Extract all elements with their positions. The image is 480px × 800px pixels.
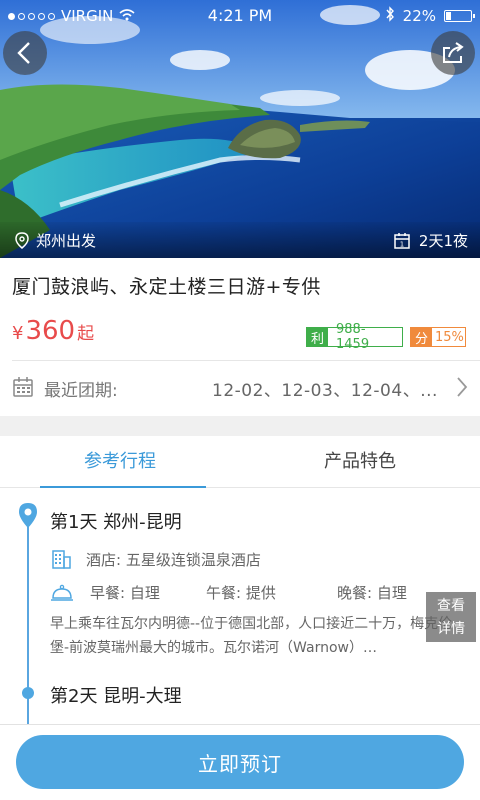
price-value: 360 xyxy=(25,316,76,346)
profit-value: 988-1459 xyxy=(336,322,370,352)
bottom-bar: 立即预订 xyxy=(0,724,480,800)
tab-features-label: 产品特色 xyxy=(324,451,396,472)
view-details-line2: 详情 xyxy=(437,621,465,637)
day-1-title: 第1天 郑州-昆明 xyxy=(50,512,182,533)
svg-text:1: 1 xyxy=(400,240,404,248)
price: ¥ 360 起 xyxy=(12,316,94,346)
hero-image: VIRGIN 4:21 PM 22% 郑州出发 1 2天1夜 xyxy=(0,0,480,258)
product-card: 厦门鼓浪屿、永定土楼三日游+专供 ¥ 360 起 利 988-1459 分 15… xyxy=(0,258,480,416)
profit-label: 利 xyxy=(307,328,329,347)
chevron-right-icon xyxy=(457,377,468,397)
calendar-icon: 1 xyxy=(394,232,410,249)
view-details-line1: 查看 xyxy=(437,598,465,614)
tab-itinerary-label: 参考行程 xyxy=(84,451,156,472)
hotel-text: 酒店: 五星级连锁温泉酒店 xyxy=(86,550,261,569)
chevron-left-icon xyxy=(17,42,30,64)
hero-info-bar: 郑州出发 1 2天1夜 xyxy=(0,222,480,258)
product-title: 厦门鼓浪屿、永定土楼三日游+专供 xyxy=(12,276,321,298)
tab-features[interactable]: 产品特色 xyxy=(240,436,480,488)
share-value: 15% xyxy=(435,329,464,345)
book-now-button[interactable]: 立即预订 xyxy=(16,735,464,789)
timeline-dot xyxy=(22,687,34,699)
hotel-building-icon xyxy=(52,550,71,569)
price-currency: ¥ xyxy=(12,323,24,344)
share-badge: 分 15% xyxy=(410,327,466,347)
day-1-description: 早上乘车往瓦尔内明德--位于德国北部，人口接近二十万，梅克伦堡-前波莫瑞州最大的… xyxy=(50,616,453,656)
dinner-text: 晚餐: 自理 xyxy=(337,584,407,602)
location-pin-icon xyxy=(15,231,29,249)
share-button[interactable] xyxy=(431,31,475,75)
dates-values: 12-02、12-03、12-04、... xyxy=(212,381,438,401)
divider xyxy=(12,360,480,361)
trip-duration: 2天1夜 xyxy=(418,232,468,250)
profit-badge: 利 988-1459 xyxy=(306,322,403,352)
coastline-photo xyxy=(0,0,480,258)
price-suffix: 起 xyxy=(77,324,95,344)
tab-bar: 参考行程 产品特色 xyxy=(0,436,480,489)
recent-dates-row[interactable]: 最近团期: 12-02、12-03、12-04、... xyxy=(12,370,470,406)
share-label: 分 xyxy=(411,328,433,347)
dates-label: 最近团期: xyxy=(44,381,118,401)
battery-icon xyxy=(444,10,475,22)
share-icon xyxy=(443,42,464,63)
view-details-button[interactable]: 查看 详情 xyxy=(426,592,476,642)
itinerary-panel: 第1天 郑州-昆明 酒店: 五星级连锁温泉酒店 早餐: 自理 午餐: 提供 晚餐… xyxy=(0,488,480,724)
battery-percent: 22% xyxy=(402,7,436,25)
departure-city: 郑州出发 xyxy=(36,232,97,250)
tab-itinerary[interactable]: 参考行程 xyxy=(0,436,240,489)
status-bar: VIRGIN 4:21 PM 22% xyxy=(0,0,480,32)
hotel-row: 酒店: 五星级连锁温泉酒店 xyxy=(50,548,261,570)
bluetooth-icon xyxy=(385,6,395,26)
calendar-grid-icon xyxy=(13,377,33,397)
day-2-title: 第2天 昆明-大理 xyxy=(50,686,182,707)
map-pin-icon xyxy=(19,503,37,528)
meals-row: 早餐: 自理 午餐: 提供 晚餐: 自理 xyxy=(50,582,407,603)
back-button[interactable] xyxy=(3,31,47,75)
lunch-text: 午餐: 提供 xyxy=(206,584,276,602)
meal-cloche-icon xyxy=(51,584,73,601)
breakfast-text: 早餐: 自理 xyxy=(90,584,160,602)
